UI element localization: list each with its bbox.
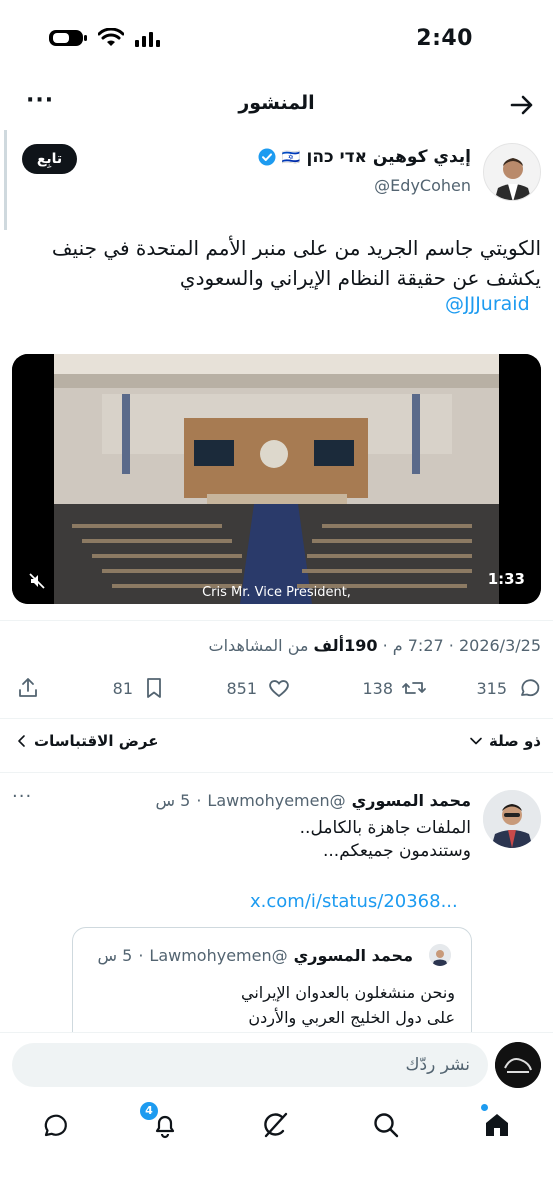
reply-more-button[interactable]: ··· (12, 786, 32, 807)
retweet-action[interactable]: 138 (362, 676, 427, 700)
quote-line-2: على دول الخليج العربي والأردن (248, 1008, 455, 1027)
nav-home[interactable] (481, 1104, 514, 1142)
nav-messages[interactable] (40, 1110, 72, 1142)
page-title: المنشور (238, 92, 315, 114)
retweet-count: 138 (362, 678, 393, 698)
view-quotes-link[interactable]: عرض الاقتباسات (16, 732, 158, 750)
status-bar: 2:40 (0, 0, 553, 80)
views-unit: ألف (313, 636, 345, 655)
video-caption: Cris Mr. Vice President, (202, 585, 351, 600)
meta-separator-2: · (377, 636, 393, 655)
nav-notifications[interactable]: 4 (140, 1102, 182, 1142)
quote-dot: · (138, 946, 144, 965)
thread-line (4, 130, 7, 230)
meta-separator-1: · (443, 636, 459, 655)
search-icon (374, 1113, 399, 1138)
user-avatar[interactable] (495, 1042, 541, 1088)
wifi-icon (98, 28, 124, 46)
reply-compose-input[interactable]: نشر ردّك (12, 1043, 488, 1087)
reply-handle[interactable]: @Lawmohyemen (207, 791, 345, 810)
action-bar: 315 138 851 81 (0, 676, 553, 706)
compose-bar: نشر ردّك (0, 1032, 553, 1098)
battery-icon (49, 30, 87, 46)
chevron-left-icon (18, 735, 25, 747)
view-quotes-label: عرض الاقتباسات (34, 732, 159, 750)
reply-time: 5 س (155, 791, 191, 810)
quote-time: 5 س (97, 946, 133, 965)
bookmark-count: 81 (112, 678, 133, 698)
divider (0, 620, 553, 621)
reply-dot: · (196, 791, 202, 810)
flag-emoji: 🇮🇱 (281, 148, 301, 166)
reply-status-link[interactable]: x.com/i/status/20368... (250, 891, 458, 912)
bookmark-action[interactable]: 81 (113, 676, 165, 700)
home-unread-dot (481, 1104, 488, 1111)
like-count: 851 (226, 678, 257, 698)
mention-link[interactable]: @JJJuraid (445, 293, 530, 315)
post-time: 7:27 م (392, 636, 444, 655)
relevance-dropdown[interactable]: ذو صلة (469, 732, 541, 750)
quote-header: محمد المسوري @Lawmohyemen · 5 س (73, 946, 471, 965)
reply-line-1: الملفات جاهزة بالكامل.. (299, 818, 471, 838)
views-label: من المشاهدات (208, 636, 314, 655)
nav-grok[interactable] (260, 1110, 292, 1142)
chevron-down-icon (470, 737, 482, 745)
quote-text: ونحن منشغلون بالعدوان الإيراني على دول ا… (95, 980, 455, 1030)
chat-icon (44, 1114, 67, 1137)
reply-author-name[interactable]: محمد المسوري (352, 791, 471, 810)
status-icons (48, 28, 162, 48)
reply-action[interactable]: 315 (476, 676, 541, 700)
nav-search[interactable] (371, 1110, 403, 1142)
divider (0, 718, 553, 719)
home-icon (486, 1114, 508, 1136)
like-action[interactable]: 851 (226, 676, 291, 700)
status-time: 2:40 (416, 26, 473, 51)
reply-count: 315 (476, 678, 507, 698)
reply-avatar[interactable] (483, 790, 541, 848)
retweet-icon (402, 682, 426, 694)
author-name-row[interactable]: إيدي كوهين אדי כהן 🇮🇱 (258, 147, 471, 167)
tweet-meta: 2026/3/25 · 7:27 م · 190ألف من المشاهدات (209, 636, 541, 655)
heart-icon (269, 680, 289, 698)
post-date: 2026/3/25 (458, 636, 541, 655)
relevance-label: ذو صلة (489, 732, 541, 750)
quote-handle: @Lawmohyemen (149, 946, 288, 965)
back-arrow-icon[interactable] (507, 90, 537, 120)
top-header: ··· المنشور (0, 80, 553, 130)
tweet-text: الكويتي جاسم الجريد من على منبر الأمم ال… (51, 236, 541, 290)
replies-sort-row: ذو صلة عرض الاقتباسات (0, 732, 553, 756)
quote-line-1: ونحن منشغلون بالعدوان الإيراني (241, 983, 455, 1002)
signal-icon (135, 32, 160, 47)
reply-line-2: وستندمون جميعكم... (323, 841, 471, 861)
divider (0, 772, 553, 773)
bookmark-icon (147, 678, 161, 698)
notifications-badge: 4 (140, 1102, 158, 1120)
views-count: 190 (344, 636, 378, 655)
video-player[interactable]: Cris Mr. Vice President, 1:33 (12, 354, 541, 604)
author-handle[interactable]: @EdyCohen (374, 176, 471, 195)
verified-badge-icon (258, 148, 276, 166)
author-avatar[interactable] (483, 143, 541, 201)
reply-icon (521, 679, 540, 697)
reply-header: محمد المسوري @Lawmohyemen · 5 س (156, 791, 472, 810)
share-icon (19, 678, 37, 697)
video-frame (12, 354, 541, 604)
quote-author-name: محمد المسوري (293, 946, 413, 965)
video-duration: 1:33 (487, 570, 525, 588)
bottom-navigation: 4 (0, 1098, 553, 1158)
share-action[interactable] (16, 676, 40, 700)
grok-icon (264, 1112, 288, 1138)
reply-text: الملفات جاهزة بالكامل.. وستندمون جميعكم.… (71, 817, 471, 863)
author-name: إيدي كوهين אדי כהן (306, 147, 471, 167)
follow-button[interactable]: تابِع (22, 144, 77, 174)
